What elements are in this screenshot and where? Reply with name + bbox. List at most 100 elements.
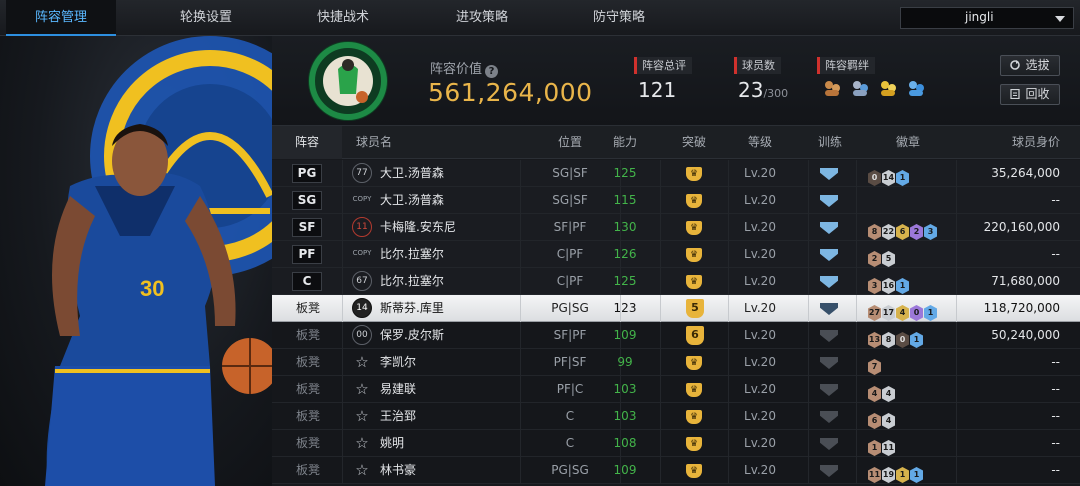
crown-icon[interactable]: ♛ — [686, 194, 702, 208]
select-button[interactable]: 选拔 — [1000, 55, 1060, 76]
badge-icon[interactable]: 8 — [882, 332, 895, 348]
lineup-slot[interactable]: SF — [292, 218, 322, 237]
badge-icon[interactable]: 1 — [896, 170, 909, 186]
table-row[interactable]: 板凳 00 保罗.皮尔斯 SF|PF 109 6 Lv.20 13 8 0 1 50,240,000 — [272, 322, 1080, 349]
table-row[interactable]: 板凳 ☆ 李凯尔 PF|SF 99 ♛ Lv.20 7 -- — [272, 349, 1080, 376]
table-row[interactable]: SF 11 卡梅隆.安东尼 SF|PF 130 ♛ Lv.20 8 22 6 2 3 220,160,0… — [272, 214, 1080, 241]
badge-icon[interactable]: 8 — [868, 224, 881, 240]
badge-icon[interactable]: 7 — [868, 359, 881, 375]
tab-lineup[interactable]: 阵容管理 — [6, 0, 116, 36]
badge-icon[interactable]: 4 — [882, 386, 895, 402]
badge-icon[interactable]: 27 — [868, 305, 881, 321]
tab-defense[interactable]: 防守策略 — [564, 0, 674, 36]
badge-icon[interactable]: 13 — [868, 332, 881, 348]
tab-rotation[interactable]: 轮换设置 — [151, 0, 261, 36]
badge-icon[interactable]: 22 — [882, 224, 895, 240]
badge-icon[interactable]: 3 — [924, 224, 937, 240]
badge-icon[interactable]: 2 — [868, 251, 881, 267]
table-row[interactable]: 板凳 ☆ 姚明 C 108 ♛ Lv.20 1 11 -- — [272, 430, 1080, 457]
badge-icon[interactable]: 5 — [882, 251, 895, 267]
badge-icon[interactable]: 1 — [910, 332, 923, 348]
crown-icon[interactable]: ♛ — [686, 248, 702, 262]
table-row[interactable]: 板凳 14 斯蒂芬.库里 PG|SG 123 5 Lv.20 27 17 4 0 1 118,720,0… — [272, 295, 1080, 322]
tab-quick-tactics[interactable]: 快捷战术 — [288, 0, 398, 36]
training-icon[interactable] — [820, 303, 838, 315]
tab-offense[interactable]: 进攻策略 — [427, 0, 537, 36]
training-icon[interactable] — [820, 465, 838, 477]
badge-icon[interactable]: 2 — [910, 224, 923, 240]
player-name[interactable]: 王治郅 — [380, 403, 416, 430]
lineup-slot[interactable]: PF — [292, 245, 322, 264]
crown-icon[interactable]: ♛ — [686, 437, 702, 451]
lineup-slot[interactable]: 板凳 — [296, 430, 320, 457]
training-icon[interactable] — [820, 384, 838, 396]
training-icon[interactable] — [820, 438, 838, 450]
col-training[interactable]: 训练 — [807, 126, 853, 159]
badge-icon[interactable]: 1 — [924, 305, 937, 321]
crown-icon[interactable]: ♛ — [686, 275, 702, 289]
training-icon[interactable] — [820, 168, 838, 180]
table-row[interactable]: 板凳 ☆ 易建联 PF|C 103 ♛ Lv.20 4 4 -- — [272, 376, 1080, 403]
player-name[interactable]: 比尔.拉塞尔 — [380, 241, 444, 268]
badge-icon[interactable]: 16 — [882, 278, 895, 294]
crown-icon[interactable]: ♛ — [686, 221, 702, 235]
badge-icon[interactable]: 4 — [896, 305, 909, 321]
player-name[interactable]: 卡梅隆.安东尼 — [380, 214, 456, 241]
crown-icon[interactable]: ♛ — [686, 410, 702, 424]
crown-icon[interactable]: 6 — [686, 326, 704, 345]
col-player-name[interactable]: 球员名 — [356, 126, 392, 159]
training-icon[interactable] — [820, 411, 838, 423]
crown-icon[interactable]: ♛ — [686, 383, 702, 397]
crown-icon[interactable]: ♛ — [686, 464, 702, 478]
training-icon[interactable] — [820, 330, 838, 342]
col-value[interactable]: 球员身价 — [1012, 126, 1060, 159]
table-row[interactable]: 板凳 ☆ 林书豪 PG|SG 109 ♛ Lv.20 11 19 1 1 -- — [272, 457, 1080, 484]
col-badges[interactable]: 徽章 — [862, 126, 954, 159]
table-row[interactable]: C 67 比尔.拉塞尔 C|PF 125 ♛ Lv.20 3 16 1 71,680,000 — [272, 268, 1080, 295]
col-level[interactable]: 等级 — [712, 126, 808, 159]
player-name[interactable]: 比尔.拉塞尔 — [380, 268, 444, 295]
badge-icon[interactable]: 0 — [896, 332, 909, 348]
bond-icon[interactable] — [851, 80, 869, 97]
crown-icon[interactable]: ♛ — [686, 356, 702, 370]
badge-icon[interactable]: 17 — [882, 305, 895, 321]
table-row[interactable]: PG 77 大卫.汤普森 SG|SF 125 ♛ Lv.20 0 14 1 35,264,000 — [272, 160, 1080, 187]
table-row[interactable]: SG COPY 大卫.汤普森 SG|SF 115 ♛ Lv.20 -- — [272, 187, 1080, 214]
bond-icon[interactable] — [879, 80, 897, 97]
training-icon[interactable] — [820, 195, 838, 207]
lineup-slot[interactable]: 板凳 — [296, 457, 320, 484]
player-name[interactable]: 大卫.汤普森 — [380, 160, 444, 187]
training-icon[interactable] — [820, 357, 838, 369]
lineup-slot[interactable]: 板凳 — [296, 322, 320, 349]
player-name[interactable]: 姚明 — [380, 430, 404, 457]
player-name[interactable]: 斯蒂芬.库里 — [380, 295, 444, 322]
player-name[interactable]: 大卫.汤普森 — [380, 187, 444, 214]
badge-icon[interactable]: 1 — [910, 467, 923, 483]
lineup-slot[interactable]: 板凳 — [296, 349, 320, 376]
bond-icon[interactable] — [907, 80, 925, 97]
badge-icon[interactable]: 0 — [910, 305, 923, 321]
badge-icon[interactable]: 19 — [882, 467, 895, 483]
badge-icon[interactable]: 11 — [882, 440, 895, 456]
badge-icon[interactable]: 4 — [868, 386, 881, 402]
player-name[interactable]: 保罗.皮尔斯 — [380, 322, 444, 349]
training-icon[interactable] — [820, 249, 838, 261]
badge-icon[interactable]: 1 — [896, 278, 909, 294]
training-icon[interactable] — [820, 222, 838, 234]
lineup-slot[interactable]: 板凳 — [296, 376, 320, 403]
col-rating[interactable]: 能力 — [600, 126, 650, 159]
recycle-button[interactable]: 回收 — [1000, 84, 1060, 105]
badge-icon[interactable]: 0 — [868, 170, 881, 186]
lineup-slot[interactable]: 板凳 — [296, 295, 320, 322]
badge-icon[interactable]: 6 — [896, 224, 909, 240]
badge-icon[interactable]: 6 — [868, 413, 881, 429]
help-icon[interactable]: ? — [485, 65, 499, 78]
crown-icon[interactable]: ♛ — [686, 167, 702, 181]
badge-icon[interactable]: 14 — [882, 170, 895, 186]
player-name[interactable]: 李凯尔 — [380, 349, 416, 376]
lineup-slot[interactable]: 板凳 — [296, 403, 320, 430]
bond-icon[interactable] — [823, 80, 841, 97]
lineup-slot[interactable]: PG — [292, 164, 322, 183]
player-name[interactable]: 林书豪 — [380, 457, 416, 484]
training-icon[interactable] — [820, 276, 838, 288]
